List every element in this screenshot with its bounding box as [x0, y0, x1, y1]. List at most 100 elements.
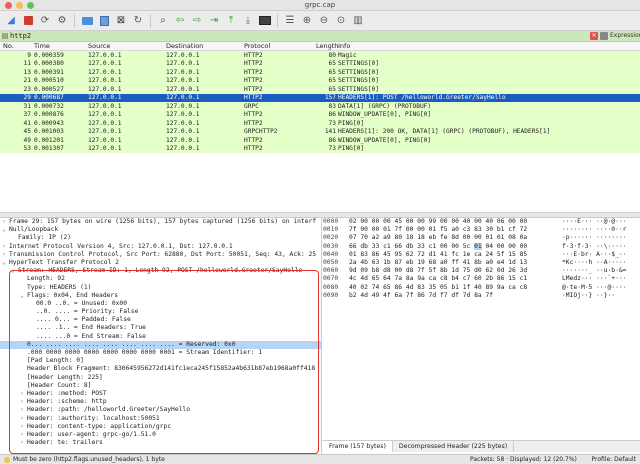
details-tree-item[interactable]: › Header: te: trailers [0, 439, 321, 447]
details-tree-item[interactable]: .... ...0 = End Stream: False [0, 333, 321, 341]
collapsed-arrow-icon[interactable]: › [20, 431, 27, 439]
save-icon[interactable] [97, 14, 111, 28]
details-tree-item[interactable]: .... 0... = Padded: False [0, 316, 321, 324]
collapsed-arrow-icon[interactable]: › [20, 423, 27, 431]
reload-icon[interactable]: ↻ [131, 14, 145, 28]
close-file-icon[interactable]: ⊠ [114, 14, 128, 28]
collapsed-arrow-icon[interactable]: › [20, 398, 27, 406]
details-tree-item[interactable]: › Header: content-type: application/grpc [0, 423, 321, 431]
column-header-destination[interactable]: Destination [166, 42, 244, 50]
bookmark-icon[interactable]: ▤ [0, 32, 10, 40]
normal-size-icon[interactable]: ⊙ [334, 14, 348, 28]
resize-columns-icon[interactable]: ▥ [351, 14, 365, 28]
packet-row[interactable]: 11 0.000380 127.0.0.1 127.0.0.1 HTTP2 65 SETTI… [0, 59, 640, 68]
details-tree-item[interactable]: [Header Count: 8] [0, 382, 321, 390]
packet-row[interactable]: 29 0.000687 127.0.0.1 127.0.0.1 HTTP2 157 HEAD… [0, 93, 640, 102]
expression-button[interactable]: Expression… [610, 32, 640, 41]
packet-row[interactable]: 41 0.000943 127.0.0.1 127.0.0.1 HTTP2 73 PING[… [0, 119, 640, 128]
colorize-icon[interactable]: ☰ [283, 14, 297, 28]
bytes-row[interactable]: 0040 01 83 86 45 95 62 72 d1 41 fc 1e ca … [323, 251, 640, 259]
expanded-arrow-icon[interactable]: ⌄ [2, 226, 9, 234]
expert-info-icon[interactable] [4, 456, 10, 463]
column-header-no[interactable]: No. [0, 42, 34, 50]
details-tree-item[interactable]: › Internet Protocol Version 4, Src: 127.0… [0, 243, 321, 251]
details-tree-item[interactable]: 00.0 ..0. = Unused: 0x00 [0, 300, 321, 308]
column-header-time[interactable]: Time [34, 42, 88, 50]
collapsed-arrow-icon[interactable]: › [20, 415, 27, 423]
details-tree-item[interactable]: › Header: :authority: localhost:50051 [0, 415, 321, 423]
bytes-row[interactable]: 0050 2a 4b 63 1b 87 eb 19 68 a0 ff 41 8b … [323, 259, 640, 267]
details-tree-item[interactable]: › Header: :scheme: http [0, 398, 321, 406]
packet-row[interactable]: 21 0.000510 127.0.0.1 127.0.0.1 HTTP2 65 SETTI… [0, 76, 640, 85]
details-tree-item[interactable]: Type: HEADERS (1) [0, 284, 321, 292]
collapsed-arrow-icon[interactable]: › [2, 251, 9, 259]
bytes-row[interactable]: 0090 b2 4d 49 4f 6a 7f 86 7d f7 df 7d 8a … [323, 292, 640, 300]
open-folder-icon[interactable] [80, 14, 94, 28]
expanded-arrow-icon[interactable]: ⌄ [20, 292, 27, 300]
details-tree-item[interactable]: › Frame 29: 157 bytes on wire (1256 bits)… [0, 218, 321, 226]
last-packet-icon[interactable]: ⤓ [241, 14, 255, 28]
details-tree-item[interactable]: › Transmission Control Protocol, Src Port… [0, 251, 321, 259]
go-to-packet-icon[interactable]: ⇥ [207, 14, 221, 28]
column-header-length[interactable]: Length [316, 42, 338, 50]
clear-filter-icon[interactable]: ✕ [590, 32, 598, 40]
details-tree-item[interactable]: ⌄ Stream: HEADERS, Stream ID: 1, Length 9… [0, 267, 321, 275]
bytes-row[interactable]: 0070 4c 4d 65 64 7a 8a 9a ca c8 b4 c7 60 … [323, 275, 640, 283]
details-tree-item[interactable]: ⌄ HyperText Transfer Protocol 2 [0, 259, 321, 267]
column-header-info[interactable]: Info [338, 42, 640, 50]
collapsed-arrow-icon[interactable]: › [2, 218, 9, 226]
collapsed-arrow-icon[interactable]: › [20, 439, 27, 447]
zoom-out-icon[interactable]: ⊖ [317, 14, 331, 28]
apply-filter-icon[interactable] [600, 32, 608, 40]
bytes-row[interactable]: 0080 40 02 74 65 86 4d 83 35 05 b1 1f 40 … [323, 284, 640, 292]
details-tree-item[interactable]: ⌄ Null/Loopback [0, 226, 321, 234]
forward-arrow-icon[interactable]: ⇨ [190, 14, 204, 28]
collapsed-arrow-icon[interactable]: › [20, 390, 27, 398]
packet-row[interactable]: 45 0.001003 127.0.0.1 127.0.0.1 GRPCHTTP2 141… [0, 127, 640, 136]
stop-icon[interactable] [21, 14, 35, 28]
display-filter-input[interactable]: http2 [10, 32, 590, 40]
capture-options-icon[interactable]: ⚙ [55, 14, 69, 28]
details-tree-item[interactable]: › Header: :method: POST [0, 390, 321, 398]
restart-icon[interactable]: ⟳ [38, 14, 52, 28]
collapsed-arrow-icon[interactable]: › [2, 243, 9, 251]
details-tree-item[interactable]: › Header: user-agent: grpc-go/1.51.0 [0, 431, 321, 439]
column-header-protocol[interactable]: Protocol [244, 42, 316, 50]
details-tree-item[interactable]: Family: IP (2) [0, 234, 321, 242]
expanded-arrow-icon[interactable]: ⌄ [11, 267, 18, 275]
find-icon[interactable]: ⌕ [156, 14, 170, 28]
packet-row[interactable]: 9 0.000359 127.0.0.1 127.0.0.1 HTTP2 80 Magic [0, 51, 640, 60]
packet-row[interactable]: 31 0.000732 127.0.0.1 127.0.0.1 GRPC 83 DATA[1… [0, 102, 640, 111]
collapsed-arrow-icon[interactable]: › [20, 406, 27, 414]
details-tree-item[interactable]: [Header Length: 225] [0, 374, 321, 382]
tab-frame-bytes[interactable]: Frame (157 bytes) [323, 441, 393, 452]
column-header-source[interactable]: Source [88, 42, 166, 50]
back-arrow-icon[interactable]: ⇦ [173, 14, 187, 28]
bytes-row[interactable]: 0020 07 70 a2 a9 80 18 18 eb fe 8d 00 00 … [323, 234, 640, 242]
packet-row[interactable]: 53 0.001307 127.0.0.1 127.0.0.1 HTTP2 73 PING[… [0, 144, 640, 153]
bytes-row[interactable]: 0000 02 00 00 00 45 00 00 99 00 00 40 00 … [323, 218, 640, 226]
bytes-row[interactable]: 0010 7f 00 00 01 7f 00 00 01 f5 a0 c3 83 … [323, 226, 640, 234]
profile-indicator[interactable]: Profile: Default [580, 456, 640, 463]
details-tree-item[interactable]: [Pad Length: 0] [0, 357, 321, 365]
autoscroll-icon[interactable] [258, 14, 272, 28]
shark-fin-icon[interactable]: ◢ [4, 14, 18, 28]
first-packet-icon[interactable]: ⤒ [224, 14, 238, 28]
details-tree-item[interactable]: ⌄ Flags: 0x04, End Headers [0, 292, 321, 300]
packet-row[interactable]: 37 0.000876 127.0.0.1 127.0.0.1 HTTP2 86 WINDO… [0, 110, 640, 119]
packet-row[interactable]: 23 0.000527 127.0.0.1 127.0.0.1 HTTP2 65 SETTI… [0, 85, 640, 94]
details-tree-label: Header Block Fragment: 830645956272d141f… [27, 365, 316, 373]
packet-row[interactable]: 13 0.000391 127.0.0.1 127.0.0.1 HTTP2 65 SETTI… [0, 68, 640, 77]
details-tree-item[interactable]: ..0. .... = Priority: False [0, 308, 321, 316]
details-tree-item[interactable]: › Header: :path: /helloworld.Greeter/SayH… [0, 406, 321, 414]
details-tree-item[interactable]: Length: 92 [0, 275, 321, 283]
details-tree-item[interactable]: .000 0000 0000 0000 0000 0000 0000 0001 … [0, 349, 321, 357]
packet-row[interactable]: 49 0.001201 127.0.0.1 127.0.0.1 HTTP2 86 WINDO… [0, 136, 640, 145]
tab-decompressed-header[interactable]: Decompressed Header (225 bytes) [393, 441, 515, 452]
details-tree-item[interactable]: 0... .... .... .... .... .... .... .... … [0, 340, 321, 349]
expanded-arrow-icon[interactable]: ⌄ [2, 259, 9, 267]
zoom-in-icon[interactable]: ⊕ [300, 14, 314, 28]
details-tree-item[interactable]: Header Block Fragment: 830645956272d141f… [0, 365, 321, 373]
bytes-row[interactable]: 0030 66 db 33 c1 66 db 33 c1 00 00 5c 01 … [323, 242, 640, 251]
details-tree-item[interactable]: .... .1.. = End Headers: True [0, 324, 321, 332]
